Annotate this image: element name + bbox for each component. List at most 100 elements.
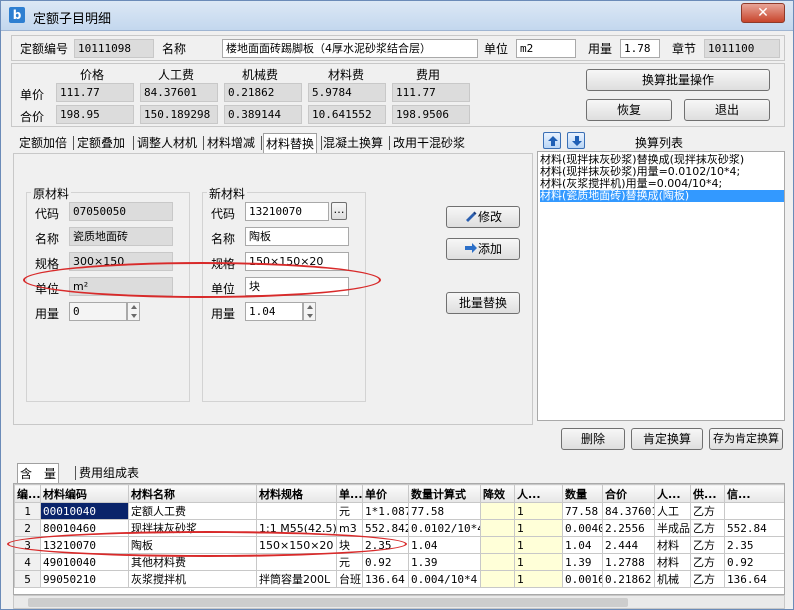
table-cell[interactable]: 1:1 M55(42.5) (256, 519, 337, 537)
table-row[interactable]: 4 49010040 其他材料费元 0.92 1.39 1 1.39 1.2788 材料 乙方 0.… (14, 553, 784, 571)
table-cell[interactable]: 块 (336, 536, 363, 554)
conversion-list[interactable]: 材料(现拌抹灰砂浆)替换成(现拌抹灰砂浆) 材料(现拌抹灰砂浆)用量=0.010… (537, 151, 785, 421)
new-spec-field[interactable]: 150×150×20 (245, 252, 349, 271)
table-cell[interactable]: 2.2556 (602, 519, 655, 537)
table-cell[interactable]: 1.04 (408, 536, 481, 554)
list-item-selected[interactable]: 材料(瓷质地面砖)替换成(陶板) (540, 190, 784, 202)
scrollbar-thumb[interactable] (28, 598, 628, 607)
modify-button[interactable]: 修改 (446, 206, 520, 228)
table-cell[interactable]: 0.21862 (602, 570, 655, 588)
table-cell[interactable]: 2.35 (724, 536, 784, 554)
new-usage-field[interactable]: 1.04 (245, 302, 303, 321)
table-cell[interactable]: 1.39 (562, 553, 603, 571)
tab-double[interactable]: 定额加倍 (19, 133, 67, 153)
horizontal-scrollbar[interactable] (13, 595, 785, 609)
table-cell[interactable]: 其他材料费 (128, 553, 257, 571)
tab-material-replace[interactable]: 材料替换 (263, 133, 318, 153)
table-cell[interactable]: 1*1.0876 (362, 502, 409, 520)
table-cell[interactable]: 1.2788 (602, 553, 655, 571)
table-cell[interactable]: 台班 (336, 570, 363, 588)
table-cell[interactable]: 0.92 (724, 553, 784, 571)
new-code-field[interactable]: 13210070 (245, 202, 329, 221)
table-cell[interactable]: 552.8429 (362, 519, 409, 537)
add-button[interactable]: 添加 (446, 238, 520, 260)
table-cell[interactable] (480, 553, 515, 571)
table-cell[interactable]: 乙方 (690, 553, 725, 571)
tab-adjust-resources[interactable]: 调整人材机 (137, 133, 197, 153)
table-cell[interactable] (480, 502, 515, 520)
table-cell[interactable]: 现拌抹灰砂浆 (128, 519, 257, 537)
table-cell[interactable]: 3 (14, 536, 41, 554)
table-cell[interactable]: 乙方 (690, 536, 725, 554)
table-cell[interactable]: 49010040 (40, 553, 129, 571)
table-cell[interactable] (256, 502, 337, 520)
table-cell[interactable]: 1.39 (408, 553, 481, 571)
table-cell[interactable]: 0.92 (362, 553, 409, 571)
table-cell[interactable]: 灰浆搅拌机 (128, 570, 257, 588)
table-cell[interactable]: 150×150×20 (256, 536, 337, 554)
table-cell[interactable]: 定额人工费 (128, 502, 257, 520)
list-item[interactable]: 材料(现拌抹灰砂浆)替换成(现拌抹灰砂浆) (540, 154, 784, 166)
table-cell[interactable] (480, 570, 515, 588)
confirm-conversion-button[interactable]: 肯定换算 (631, 428, 703, 450)
col-total[interactable]: 合价 (602, 484, 655, 503)
table-cell[interactable] (256, 553, 337, 571)
table-cell[interactable]: 1 (514, 570, 563, 588)
table-cell[interactable]: 材料 (654, 553, 691, 571)
table-cell[interactable]: 拌筒容量200L (256, 570, 337, 588)
list-item[interactable]: 材料(现拌抹灰砂浆)用量=0.0102/10*4; (540, 166, 784, 178)
close-button[interactable]: ✕ (741, 3, 785, 23)
table-cell[interactable]: 1 (14, 502, 41, 520)
col-supplier[interactable]: 供... (690, 484, 725, 503)
table-cell[interactable]: 1 (514, 502, 563, 520)
new-usage-spinner[interactable] (303, 302, 316, 321)
table-cell[interactable]: 13210070 (40, 536, 129, 554)
col-unit-price[interactable]: 单价 (362, 484, 409, 503)
delete-button[interactable]: 删除 (561, 428, 625, 450)
table-row[interactable]: 100010040定额人工费元1*1.087677.58177.5884.376… (14, 502, 784, 520)
batch-convert-button[interactable]: 换算批量操作 (586, 69, 770, 91)
table-cell[interactable]: 0.0102/10*4 (408, 519, 481, 537)
col-unit[interactable]: 单... (336, 484, 363, 503)
batch-replace-button[interactable]: 批量替换 (446, 292, 520, 314)
restore-button[interactable]: 恢复 (586, 99, 672, 121)
table-row[interactable]: 280010460现拌抹灰砂浆1:1 M55(42.5)m3552.84290.… (14, 519, 784, 537)
table-cell[interactable] (480, 519, 515, 537)
table-cell[interactable]: 00010040 (40, 502, 129, 520)
table-cell[interactable]: 5 (14, 570, 41, 588)
table-cell[interactable]: 0.0016 (562, 570, 603, 588)
exit-button[interactable]: 退出 (684, 99, 770, 121)
table-cell[interactable]: 陶板 (128, 536, 257, 554)
table-cell[interactable]: 84.37601 (602, 502, 655, 520)
table-cell[interactable] (724, 502, 784, 520)
table-cell[interactable]: 机械 (654, 570, 691, 588)
new-unit-field[interactable]: 块 (245, 277, 349, 296)
table-row[interactable]: 5 99050210 灰浆搅拌机 拌筒容量200L 台班 136.64 0.004/10*4… (14, 570, 784, 588)
unit-field[interactable]: m2 (516, 39, 576, 58)
col-info-price[interactable]: 信... (724, 484, 784, 503)
table-cell[interactable]: 77.58 (408, 502, 481, 520)
table-cell[interactable] (480, 536, 515, 554)
col-type[interactable]: 人... (654, 484, 691, 503)
table-cell[interactable]: 99050210 (40, 570, 129, 588)
new-name-field[interactable]: 陶板 (245, 227, 349, 246)
table-cell[interactable]: 乙方 (690, 570, 725, 588)
table-cell[interactable]: 77.58 (562, 502, 603, 520)
table-cell[interactable]: 2 (14, 519, 41, 537)
table-cell[interactable]: 2.35 (362, 536, 409, 554)
table-cell[interactable]: m3 (336, 519, 363, 537)
col-quantity[interactable]: 数量 (562, 484, 603, 503)
tab-dry-mortar[interactable]: 改用干混砂浆 (393, 133, 465, 153)
col-material-code[interactable]: 材料编码 (40, 484, 129, 503)
table-cell[interactable]: 元 (336, 553, 363, 571)
table-cell[interactable]: 136.64 (724, 570, 784, 588)
table-cell[interactable]: 人工 (654, 502, 691, 520)
col-material-spec[interactable]: 材料规格 (256, 484, 337, 503)
save-confirm-button[interactable]: 存为肯定换算 (709, 428, 783, 450)
table-cell[interactable]: 2.444 (602, 536, 655, 554)
table-cell[interactable]: 乙方 (690, 519, 725, 537)
table-cell[interactable]: 0.00408 (562, 519, 603, 537)
table-cell[interactable]: 0.004/10*4 (408, 570, 481, 588)
tab-material-change[interactable]: 材料增减 (207, 133, 255, 153)
col-index[interactable]: 编... (14, 484, 41, 503)
